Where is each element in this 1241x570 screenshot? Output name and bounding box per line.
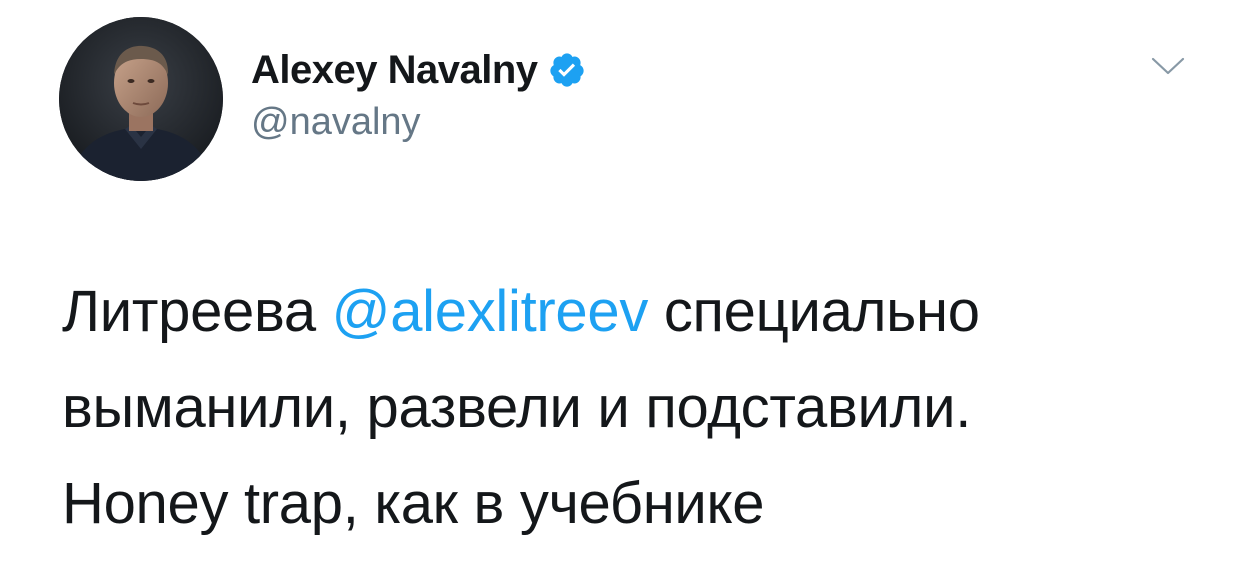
chevron-down-icon[interactable] [1150, 54, 1186, 78]
author-handle[interactable]: @navalny [251, 101, 421, 144]
tweet-line-3: Honey trap, как в учебнике [62, 471, 765, 536]
tweet-line-1: Литреева @alexlitreev специально [62, 264, 1202, 360]
tweet-text-segment: Литреева [62, 279, 332, 344]
tweet-text: Литреева @alexlitreev специально выманил… [62, 264, 1202, 552]
author-name-row: Alexey Navalny [251, 44, 586, 96]
tweet-line-2: выманили, развели и подставили. [62, 375, 972, 440]
avatar-photo [59, 17, 223, 181]
tweet-card: Alexey Navalny @navalny Литреева @alexli… [0, 0, 1241, 570]
verified-badge-icon [548, 51, 586, 89]
mention-link[interactable]: @alexlitreev [332, 279, 649, 344]
tweet-text-segment: специально [648, 279, 980, 344]
avatar[interactable] [59, 17, 223, 181]
author-display-name[interactable]: Alexey Navalny [251, 48, 538, 93]
